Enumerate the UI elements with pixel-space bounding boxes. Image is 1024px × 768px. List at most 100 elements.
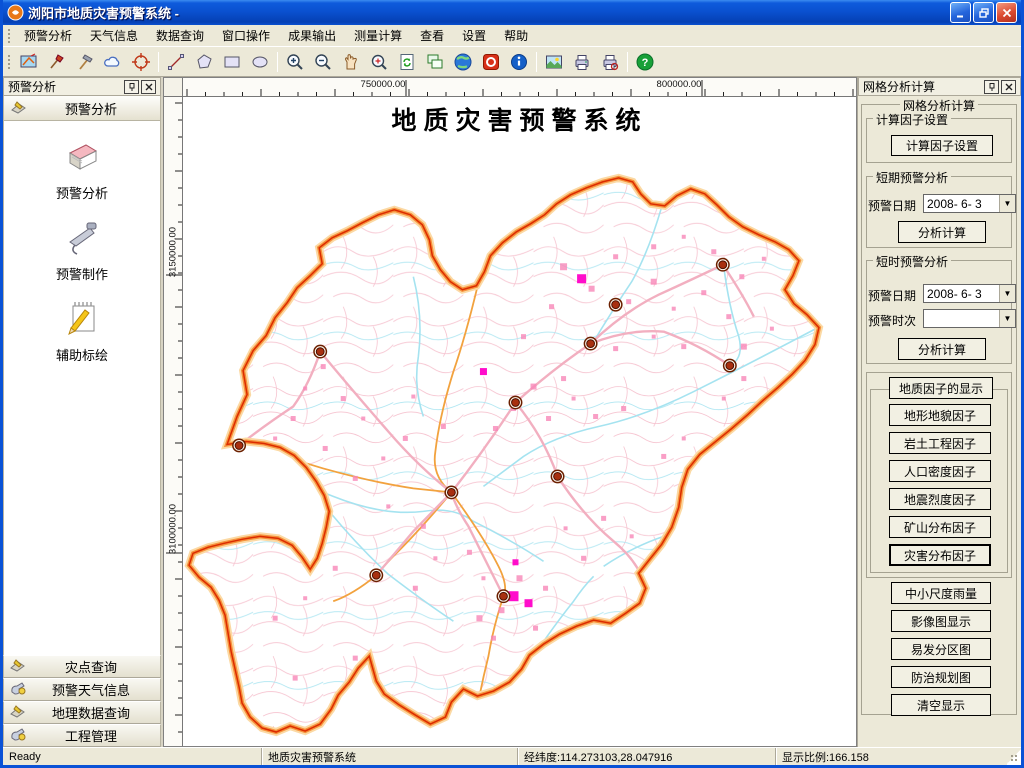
factor-button-地形地貌因子[interactable]: 地形地貌因子 — [889, 404, 991, 426]
bottom-bar-工程管理[interactable]: 工程管理 — [3, 724, 161, 747]
display-button-影像图显示[interactable]: 影像图显示 — [891, 610, 991, 632]
town-marker — [551, 470, 563, 482]
nowcast-time-combobox[interactable]: ▼ — [923, 309, 1016, 328]
chevron-down-icon[interactable]: ▼ — [999, 310, 1015, 327]
polygon-icon[interactable] — [191, 49, 217, 75]
stop-icon[interactable] — [478, 49, 504, 75]
short-term-analyze-button[interactable]: 分析计算 — [898, 221, 986, 243]
toolbar-separator — [627, 52, 628, 72]
axe-icon[interactable] — [44, 49, 70, 75]
close-button[interactable] — [996, 2, 1017, 23]
menu-item-8[interactable]: 设置 — [453, 24, 495, 47]
close-icon[interactable] — [141, 80, 156, 94]
disaster-square — [726, 314, 731, 319]
town-marker — [724, 359, 736, 371]
close-icon[interactable] — [1001, 80, 1016, 94]
minimize-button[interactable] — [950, 2, 971, 23]
ellipse-icon[interactable] — [247, 49, 273, 75]
disaster-square — [353, 656, 358, 661]
help-icon[interactable]: ? — [632, 49, 658, 75]
status-system-name: 地质灾害预警系统 — [261, 748, 517, 765]
right-panel: 网格分析计算 网格分析计算 计算因子设置 计算因子设置 短期预警分析 — [857, 77, 1021, 747]
factor-settings-button[interactable]: 计算因子设置 — [891, 135, 993, 156]
disaster-square — [303, 596, 307, 600]
nowcast-analyze-button[interactable]: 分析计算 — [898, 338, 986, 360]
left-item-预警分析[interactable]: 预警分析 — [4, 135, 160, 202]
bottom-bar-灾点查询[interactable]: 灾点查询 — [3, 655, 161, 678]
hand-pen-icon — [9, 703, 27, 722]
bottom-bar-地理数据查询[interactable]: 地理数据查询 — [3, 701, 161, 724]
menu-item-4[interactable]: 窗口操作 — [213, 24, 279, 47]
disaster-square — [512, 559, 518, 565]
menu-item-6[interactable]: 测量计算 — [345, 24, 411, 47]
globe-icon[interactable] — [450, 49, 476, 75]
map-body-row: 3150000.003100000.00 地质灾害预警系统 — [164, 97, 856, 746]
menu-item-7[interactable]: 查看 — [411, 24, 453, 47]
menu-item-1[interactable]: 预警分析 — [15, 24, 81, 47]
nowcast-date-combobox[interactable]: 2008- 6- 3 ▼ — [923, 284, 1016, 303]
disaster-square — [273, 436, 277, 440]
map-canvas[interactable]: 地质灾害预警系统 — [183, 97, 856, 746]
crosshair-icon[interactable] — [128, 49, 154, 75]
print-preview-icon[interactable] — [597, 49, 623, 75]
zoom-extent-icon[interactable] — [366, 49, 392, 75]
cascade-icon[interactable] — [422, 49, 448, 75]
bottom-bar-label: 灾点查询 — [27, 657, 155, 676]
menu-item-9[interactable]: 帮助 — [495, 24, 537, 47]
display-button-防治规划图[interactable]: 防治规划图 — [891, 666, 991, 688]
status-scale: 显示比例:166.158 — [775, 748, 1007, 765]
menu-item-5[interactable]: 成果输出 — [279, 24, 345, 47]
disaster-square — [476, 615, 482, 621]
factor-button-地震烈度因子[interactable]: 地震烈度因子 — [889, 488, 991, 510]
cloud-icon[interactable] — [100, 49, 126, 75]
left-item-label: 预警制作 — [56, 264, 108, 283]
factor-button-岩土工程因子[interactable]: 岩土工程因子 — [889, 432, 991, 454]
disaster-square — [533, 626, 538, 631]
toolbar-separator — [277, 52, 278, 72]
h-ruler-label: 800000.00 — [657, 79, 702, 90]
info-icon[interactable] — [506, 49, 532, 75]
menu-item-3[interactable]: 数据查询 — [147, 24, 213, 47]
bottom-bar-预警天气信息[interactable]: 预警天气信息 — [3, 678, 161, 701]
pin-icon[interactable] — [124, 80, 139, 94]
factor-button-灾害分布因子[interactable]: 灾害分布因子 — [889, 544, 991, 566]
left-section-bar[interactable]: 预警分析 — [3, 96, 161, 121]
pin-icon[interactable] — [984, 80, 999, 94]
hammer-icon[interactable] — [72, 49, 98, 75]
disaster-square — [546, 416, 551, 421]
bottom-bar-label: 预警天气信息 — [27, 680, 155, 699]
chevron-down-icon[interactable]: ▼ — [999, 195, 1015, 212]
h-ruler-label: 750000.00 — [361, 79, 406, 90]
chevron-down-icon[interactable]: ▼ — [999, 285, 1015, 302]
factor-button-人口密度因子[interactable]: 人口密度因子 — [889, 460, 991, 482]
line-icon[interactable] — [163, 49, 189, 75]
disaster-square — [581, 556, 586, 561]
title-bar[interactable]: 浏阳市地质灾害预警系统 - — [3, 0, 1021, 25]
left-item-预警制作[interactable]: 预警制作 — [4, 216, 160, 283]
menu-item-2[interactable]: 天气信息 — [81, 24, 147, 47]
pan-icon[interactable] — [338, 49, 364, 75]
display-button-中小尺度雨量[interactable]: 中小尺度雨量 — [891, 582, 991, 604]
warning-date-combobox[interactable]: 2008- 6- 3 ▼ — [923, 194, 1016, 213]
resize-grip[interactable] — [1007, 748, 1021, 765]
toolbar-grip-handle[interactable] — [7, 54, 11, 70]
factor-button-矿山分布因子[interactable]: 矿山分布因子 — [889, 516, 991, 538]
display-button-清空显示[interactable]: 清空显示 — [891, 694, 991, 716]
map-document: 750000.00 800000.00 3150000.003100000.00 … — [163, 77, 857, 747]
print-icon[interactable] — [569, 49, 595, 75]
zoom-out-icon[interactable] — [310, 49, 336, 75]
rectangle-icon[interactable] — [219, 49, 245, 75]
select-area-icon[interactable] — [16, 49, 42, 75]
display-button-易发分区图[interactable]: 易发分区图 — [891, 638, 991, 660]
factor-display-header-button[interactable]: 地质因子的显示 — [889, 377, 993, 399]
disaster-square — [467, 550, 472, 555]
disaster-square — [421, 524, 426, 529]
menu-grip-handle[interactable] — [7, 28, 11, 44]
image-icon[interactable] — [541, 49, 567, 75]
refresh-icon[interactable] — [394, 49, 420, 75]
disaster-square — [739, 274, 744, 279]
left-bottom-bars: 灾点查询预警天气信息地理数据查询工程管理 — [3, 655, 161, 747]
left-item-辅助标绘[interactable]: 辅助标绘 — [4, 297, 160, 364]
restore-button[interactable] — [973, 2, 994, 23]
zoom-in-icon[interactable] — [282, 49, 308, 75]
